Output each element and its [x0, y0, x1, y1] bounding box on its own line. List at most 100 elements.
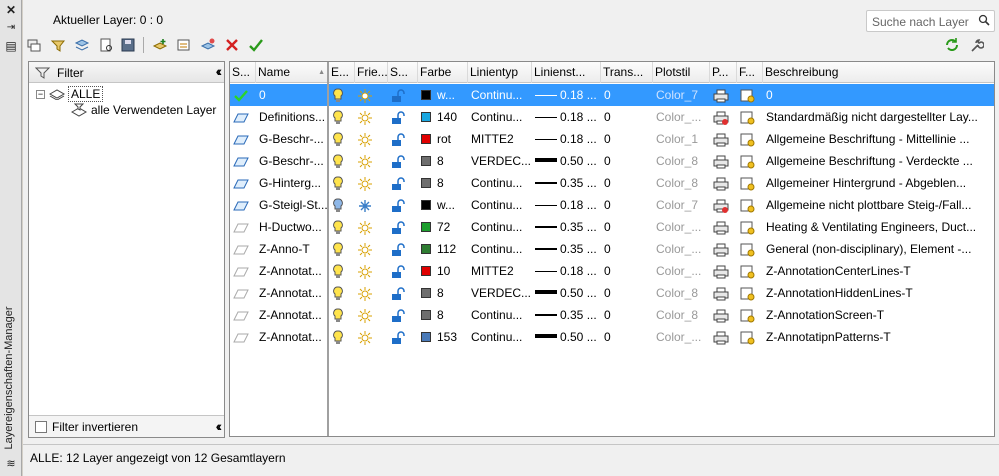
layer-states-icon[interactable]	[73, 36, 91, 54]
layer-name[interactable]: G-Beschr-...	[259, 128, 329, 150]
tree-node-all[interactable]: − ALLE	[36, 86, 104, 102]
column-header-freeze[interactable]: Frie...	[355, 62, 388, 83]
layer-description[interactable]: Allgemeine Beschriftung - Verdeckte ...	[766, 150, 994, 172]
sun-icon[interactable]	[358, 132, 372, 147]
layer-color-cell[interactable]: 72	[421, 216, 468, 238]
bulb-on-icon[interactable]	[332, 110, 344, 126]
layer-transparency[interactable]: 0	[604, 172, 653, 194]
new-viewport-freeze-icon[interactable]	[740, 265, 756, 279]
unlocked-icon[interactable]	[391, 155, 405, 169]
layer-description[interactable]: General (non-disciplinary), Element -...	[766, 238, 994, 260]
sun-icon[interactable]	[358, 154, 372, 169]
printer-icon[interactable]	[713, 331, 729, 345]
unlocked-icon[interactable]	[391, 243, 405, 257]
layer-row[interactable]: Z-Annotat... 153 Continu... 0.50 ... 0 Color_…	[230, 326, 994, 348]
layer-search-input[interactable]: Suche nach Layer	[866, 10, 995, 32]
sun-icon[interactable]	[358, 286, 372, 301]
printer-icon[interactable]	[713, 177, 729, 191]
layer-name[interactable]: Z-Annotat...	[259, 304, 329, 326]
settings-wrench-icon[interactable]	[967, 36, 985, 54]
layer-lineweight-cell[interactable]: 0.18 ...	[535, 260, 601, 282]
column-header-linetype[interactable]: Linientyp	[468, 62, 532, 83]
sun-icon[interactable]	[358, 242, 372, 257]
layer-color-cell[interactable]: 8	[421, 282, 468, 304]
printer-icon[interactable]	[713, 89, 729, 103]
new-viewport-freeze-icon[interactable]	[740, 243, 756, 257]
layer-lineweight-cell[interactable]: 0.35 ...	[535, 172, 601, 194]
layer-description[interactable]: Allgemeine nicht plottbare Steig-/Fall..…	[766, 194, 994, 216]
layer-unused-icon[interactable]	[233, 222, 249, 234]
layer-unused-icon[interactable]	[233, 332, 249, 344]
layer-unused-icon[interactable]	[233, 288, 249, 300]
bulb-on-icon[interactable]	[332, 176, 344, 192]
printer-icon[interactable]	[713, 243, 729, 257]
layer-transparency[interactable]: 0	[604, 194, 653, 216]
column-header-newvp[interactable]: F...	[737, 62, 763, 83]
sun-icon[interactable]	[358, 330, 372, 345]
printer-noplot-icon[interactable]	[713, 199, 729, 213]
layer-transparency[interactable]: 0	[604, 216, 653, 238]
new-viewport-freeze-icon[interactable]	[740, 155, 756, 169]
layer-name[interactable]: Z-Annotat...	[259, 282, 329, 304]
bulb-on-icon[interactable]	[332, 330, 344, 346]
layer-name[interactable]: H-Ductwo...	[259, 216, 329, 238]
refresh-icon[interactable]	[943, 36, 961, 54]
printer-icon[interactable]	[713, 265, 729, 279]
layer-name[interactable]: Z-Anno-T	[259, 238, 329, 260]
layer-linetype[interactable]: VERDEC...	[471, 282, 532, 304]
layer-used-icon[interactable]	[233, 200, 249, 212]
close-icon[interactable]: ✕	[5, 4, 17, 16]
sun-icon[interactable]	[358, 110, 372, 125]
column-header-on[interactable]: E...	[329, 62, 355, 83]
new-viewport-freeze-icon[interactable]	[740, 177, 756, 191]
layer-description[interactable]: Standardmäßig nicht dargestellter Lay...	[766, 106, 994, 128]
column-header-lock[interactable]: S...	[388, 62, 418, 83]
layer-row[interactable]: Z-Annotat... 8 VERDEC... 0.50 ... 0 Color_8 Z-…	[230, 282, 994, 304]
frozen-column-divider[interactable]	[327, 62, 329, 436]
layer-name[interactable]: G-Beschr-...	[259, 150, 329, 172]
bulb-on-icon[interactable]	[332, 242, 344, 258]
layer-color-cell[interactable]: 140	[421, 106, 468, 128]
layer-transparency[interactable]: 0	[604, 304, 653, 326]
layer-row[interactable]: Z-Annotat... 8 Continu... 0.35 ... 0 Color_8 Z…	[230, 304, 994, 326]
current-layer-check-icon[interactable]	[233, 89, 249, 103]
layer-name[interactable]: G-Hinterg...	[259, 172, 329, 194]
snowflake-icon[interactable]	[358, 199, 372, 213]
layer-linetype[interactable]: Continu...	[471, 106, 532, 128]
sun-icon[interactable]	[358, 220, 372, 235]
layer-linetype[interactable]: Continu...	[471, 238, 532, 260]
layer-lineweight-cell[interactable]: 0.18 ...	[535, 84, 601, 106]
layer-row[interactable]: Z-Anno-T 112 Continu... 0.35 ... 0 Color_... G…	[230, 238, 994, 260]
layer-lineweight-cell[interactable]: 0.18 ...	[535, 194, 601, 216]
new-viewport-freeze-icon[interactable]	[740, 221, 756, 235]
layer-description[interactable]: Z-AnnotationHiddenLines-T	[766, 282, 994, 304]
layer-name[interactable]: 0	[259, 84, 329, 106]
layer-delete-filter-icon[interactable]	[199, 36, 217, 54]
layer-color-cell[interactable]: 112	[421, 238, 468, 260]
layer-row[interactable]: Z-Annotat... 10 MITTE2 0.18 ... 0 Color_... Z-…	[230, 260, 994, 282]
layer-lineweight-cell[interactable]: 0.18 ...	[535, 128, 601, 150]
layer-name[interactable]: Z-Annotat...	[259, 260, 329, 282]
layer-linetype[interactable]: Continu...	[471, 216, 532, 238]
column-header-name[interactable]: Name ▲	[256, 62, 329, 83]
save-icon[interactable]	[119, 36, 137, 54]
layer-linetype[interactable]: Continu...	[471, 326, 532, 348]
new-viewport-freeze-icon[interactable]	[740, 287, 756, 301]
layer-lineweight-cell[interactable]: 0.35 ...	[535, 304, 601, 326]
layer-linetype[interactable]: Continu...	[471, 304, 532, 326]
bulb-on-icon[interactable]	[332, 88, 344, 104]
layer-description[interactable]: Allgemeiner Hintergrund - Abgeblen...	[766, 172, 994, 194]
layer-used-icon[interactable]	[233, 178, 249, 190]
column-header-transparency[interactable]: Trans...	[601, 62, 653, 83]
printer-noplot-icon[interactable]	[713, 111, 729, 125]
bulb-on-icon[interactable]	[332, 286, 344, 302]
layer-transparency[interactable]: 0	[604, 106, 653, 128]
unlocked-icon[interactable]	[391, 133, 405, 147]
printer-icon[interactable]	[713, 287, 729, 301]
column-header-color[interactable]: Farbe	[418, 62, 468, 83]
invert-filter-label[interactable]: Filter invertieren	[52, 420, 138, 434]
layer-color-cell[interactable]: w...	[421, 194, 468, 216]
bulb-on-icon[interactable]	[332, 264, 344, 280]
layer-color-cell[interactable]: 8	[421, 172, 468, 194]
column-header-lineweight[interactable]: Linienst...	[532, 62, 601, 83]
